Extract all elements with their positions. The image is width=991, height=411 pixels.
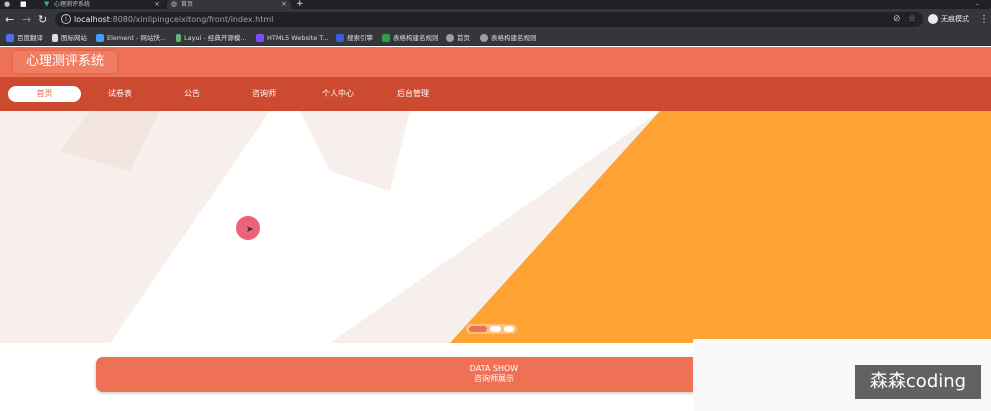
bookmark-icon [6,34,14,42]
bookmark-label: 搜索引擎 [347,34,373,42]
bookmark-item[interactable]: HTML5 Website T... [256,30,329,46]
bookmark-star-icon[interactable]: ☆ [908,13,916,26]
minimize-window-icon[interactable]: – [976,0,980,9]
close-tab-icon[interactable]: × [281,0,287,9]
bookmark-label: Element - 网站快... [107,34,167,42]
bookmark-label: 表格构建名规则 [393,34,439,42]
browser-toolbar: ← → ↻ i localhost:8080/xinlipingceixiton… [0,9,991,30]
carousel-dot[interactable] [504,326,514,332]
bookmarks-bar: 百度翻译 图标网站 Element - 网站快... Layui - 经典开源模… [0,30,991,46]
forward-arrow-icon[interactable]: → [22,13,31,26]
main-nav: 首页 试卷表 公告 咨询师 个人中心 后台管理 [0,77,991,111]
flag-icon [52,34,58,42]
search-engine-icon [336,34,344,42]
vue-favicon-icon: ▼ [44,0,50,8]
bookmark-item[interactable]: Element - 网站快... [96,30,166,46]
bookmark-label: 图标网站 [61,34,87,42]
site-header: 心理测评系统 [0,47,991,77]
globe-icon [446,34,454,42]
reload-icon[interactable]: ↻ [38,13,47,26]
close-tab-icon[interactable]: × [154,0,160,9]
browser-tab-bar: ● ■ ▼ 心理测评系统 × ◍ 首页 × + – [0,0,991,9]
tab-square-icon: ■ [20,0,27,8]
cursor-highlight: ➤ [236,216,260,240]
browser-menu-icon[interactable]: ⋮ [979,13,989,26]
nav-counselors[interactable]: 咨询师 [234,86,294,102]
banner-carousel[interactable]: ➤ [0,111,991,343]
carousel-dot[interactable] [490,326,501,332]
banner-graphic [0,111,991,343]
bookmark-label: HTML5 Website T... [267,34,329,42]
nav-personal-center[interactable]: 个人中心 [308,86,368,102]
bookmark-item[interactable]: Layui - 经典开源模... [176,30,247,46]
url-host: localhost [74,15,110,24]
nav-home[interactable]: 首页 [8,86,81,102]
bookmark-item[interactable]: 首页 [446,30,470,46]
new-tab-button[interactable]: + [296,0,308,9]
profile-label: 无痕模式 [941,15,969,23]
incognito-profile[interactable]: 无痕模式 [928,13,969,26]
address-bar[interactable]: i localhost:8080/xinlipingceixitong/fron… [55,12,923,27]
incognito-icon [928,14,938,24]
bookmark-label: Layui - 经典开源模... [184,34,247,42]
bookmark-label: 首页 [457,34,470,42]
site-info-icon[interactable]: i [61,14,71,24]
nav-papers[interactable]: 试卷表 [90,86,150,102]
bookmark-item[interactable]: 百度翻译 [6,30,43,46]
carousel-indicator [466,324,517,334]
back-arrow-icon[interactable]: ← [5,13,14,26]
bookmark-item[interactable]: 图标网站 [52,30,87,46]
layui-icon [176,34,181,42]
element-icon [96,34,104,42]
carousel-dot[interactable] [469,326,487,332]
bookmark-item[interactable]: 表格构建名规则 [480,30,537,46]
url-path: :8080/xinlipingceixitong/front/index.htm… [109,15,274,24]
tab-xinli[interactable]: ▼ 心理测评系统 × [44,0,164,9]
tab-chrome-icon: ● [4,0,11,8]
tab-title: 心理测评系统 [54,1,91,8]
url-text[interactable]: localhost:8080/xinlipingceixitong/front/… [74,12,273,27]
globe-icon [480,34,488,42]
bookmark-item[interactable]: 表格构建名规则 [382,30,439,46]
tab-home[interactable]: ◍ 首页 × [167,0,291,9]
tab-title: 首页 [181,1,194,8]
bookmark-label: 表格构建名规则 [491,34,537,42]
site-title[interactable]: 心理测评系统 [13,51,117,73]
eye-off-icon[interactable]: ⊘ [893,13,901,26]
table-icon [382,34,390,42]
globe-favicon-icon: ◍ [171,0,178,8]
nav-notices[interactable]: 公告 [162,86,222,102]
html5-icon [256,34,264,42]
bookmark-item[interactable]: 搜索引擎 [336,30,373,46]
bookmark-label: 百度翻译 [17,34,43,42]
tab-window-controls: ● ■ [4,0,40,9]
mouse-pointer-icon: ➤ [246,225,254,235]
watermark: 森森coding [855,365,981,399]
nav-admin[interactable]: 后台管理 [383,86,443,102]
